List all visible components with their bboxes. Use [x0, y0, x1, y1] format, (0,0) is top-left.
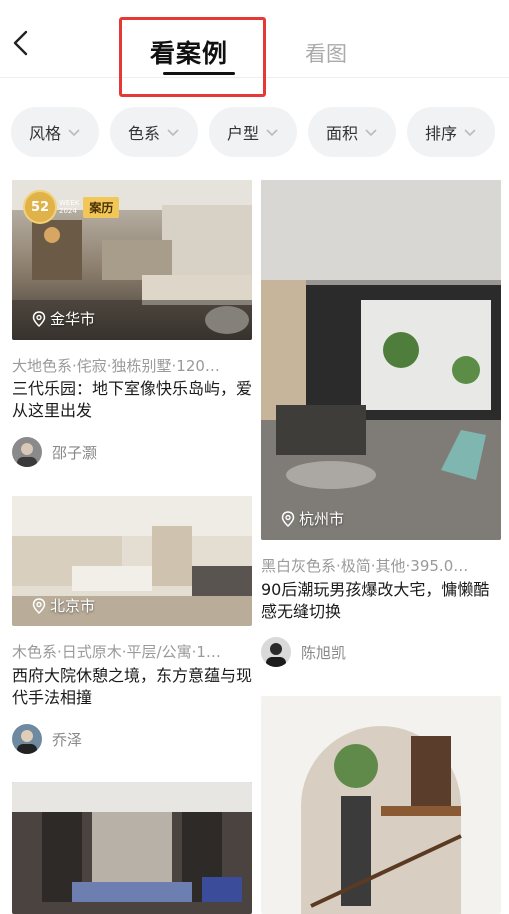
interior-photo: [261, 696, 501, 914]
chevron-left-icon: [13, 30, 28, 56]
case-cover-image[interactable]: 杭州市: [261, 180, 501, 540]
badge-week-text: WEEK 2024: [59, 199, 79, 215]
filter-chip-label: 面积: [325, 124, 358, 143]
filter-chip-area[interactable]: 面积: [308, 107, 396, 157]
top-nav-bar: 看案例 看图: [0, 0, 509, 78]
location-pin-icon: [32, 597, 46, 614]
case-meta: 木色系·日式原木·平层/公寓·1…: [12, 643, 221, 661]
location-text: 北京市: [50, 597, 96, 615]
location-label: 北京市: [32, 595, 95, 616]
location-label: 金华市: [32, 308, 95, 329]
author-row[interactable]: 陈旭凯: [261, 637, 346, 667]
case-cover-image[interactable]: 北京市: [12, 496, 252, 626]
interior-photo: [12, 782, 252, 914]
case-meta: 大地色系·侘寂·独栋别墅·120…: [12, 357, 220, 375]
location-text: 杭州市: [299, 510, 345, 528]
filter-chip-sort[interactable]: 排序: [407, 107, 495, 157]
filter-chip-label: 风格: [28, 124, 61, 143]
badge-week-year: 2024: [59, 207, 77, 215]
badge-week-label: WEEK: [59, 199, 80, 207]
author-name: 乔泽: [52, 730, 83, 749]
chevron-down-icon: [68, 129, 80, 137]
filter-chip-color[interactable]: 色系: [110, 107, 198, 157]
case-title[interactable]: 西府大院休憩之境，东方意蕴与现代手法相撞: [12, 665, 252, 709]
author-row[interactable]: 乔泽: [12, 724, 82, 754]
filter-chip-layout[interactable]: 户型: [209, 107, 297, 157]
badge-tag: 案历: [83, 196, 120, 218]
chevron-down-icon: [266, 129, 278, 137]
avatar: [12, 724, 42, 754]
location-pin-icon: [281, 510, 295, 527]
author-name: 陈旭凯: [301, 643, 347, 662]
case-meta: 黑白灰色系·极简·其他·395.0…: [261, 557, 469, 575]
filter-chip-style[interactable]: 风格: [11, 107, 99, 157]
chevron-down-icon: [167, 129, 179, 137]
case-cover-image[interactable]: [261, 696, 501, 914]
author-row[interactable]: 邵子灏: [12, 437, 97, 467]
badge-number: 52: [23, 190, 57, 224]
filter-chip-label: 户型: [226, 124, 259, 143]
tab-images[interactable]: 看图: [305, 38, 347, 68]
author-name: 邵子灏: [52, 443, 98, 462]
active-tab-indicator: [163, 72, 235, 75]
weekly-award-badge: 52 WEEK 2024 案历: [23, 190, 120, 224]
location-text: 金华市: [50, 310, 96, 328]
back-button[interactable]: [8, 28, 34, 58]
filter-bar: 风格 色系 户型 面积 排序: [11, 107, 501, 157]
chevron-down-icon: [365, 129, 377, 137]
chevron-down-icon: [464, 129, 476, 137]
avatar: [12, 437, 42, 467]
interior-photo: [261, 180, 501, 540]
case-title[interactable]: 三代乐园：地下室像快乐岛屿，爱从这里出发: [12, 378, 252, 422]
filter-chip-label: 排序: [424, 124, 457, 143]
tab-cases[interactable]: 看案例: [150, 34, 228, 70]
avatar: [261, 637, 291, 667]
location-pin-icon: [32, 310, 46, 327]
case-cover-image[interactable]: [12, 782, 252, 914]
case-title[interactable]: 90后潮玩男孩爆改大宅，慵懒酷感无缝切换: [261, 579, 501, 623]
filter-chip-label: 色系: [127, 124, 160, 143]
location-label: 杭州市: [281, 508, 344, 529]
